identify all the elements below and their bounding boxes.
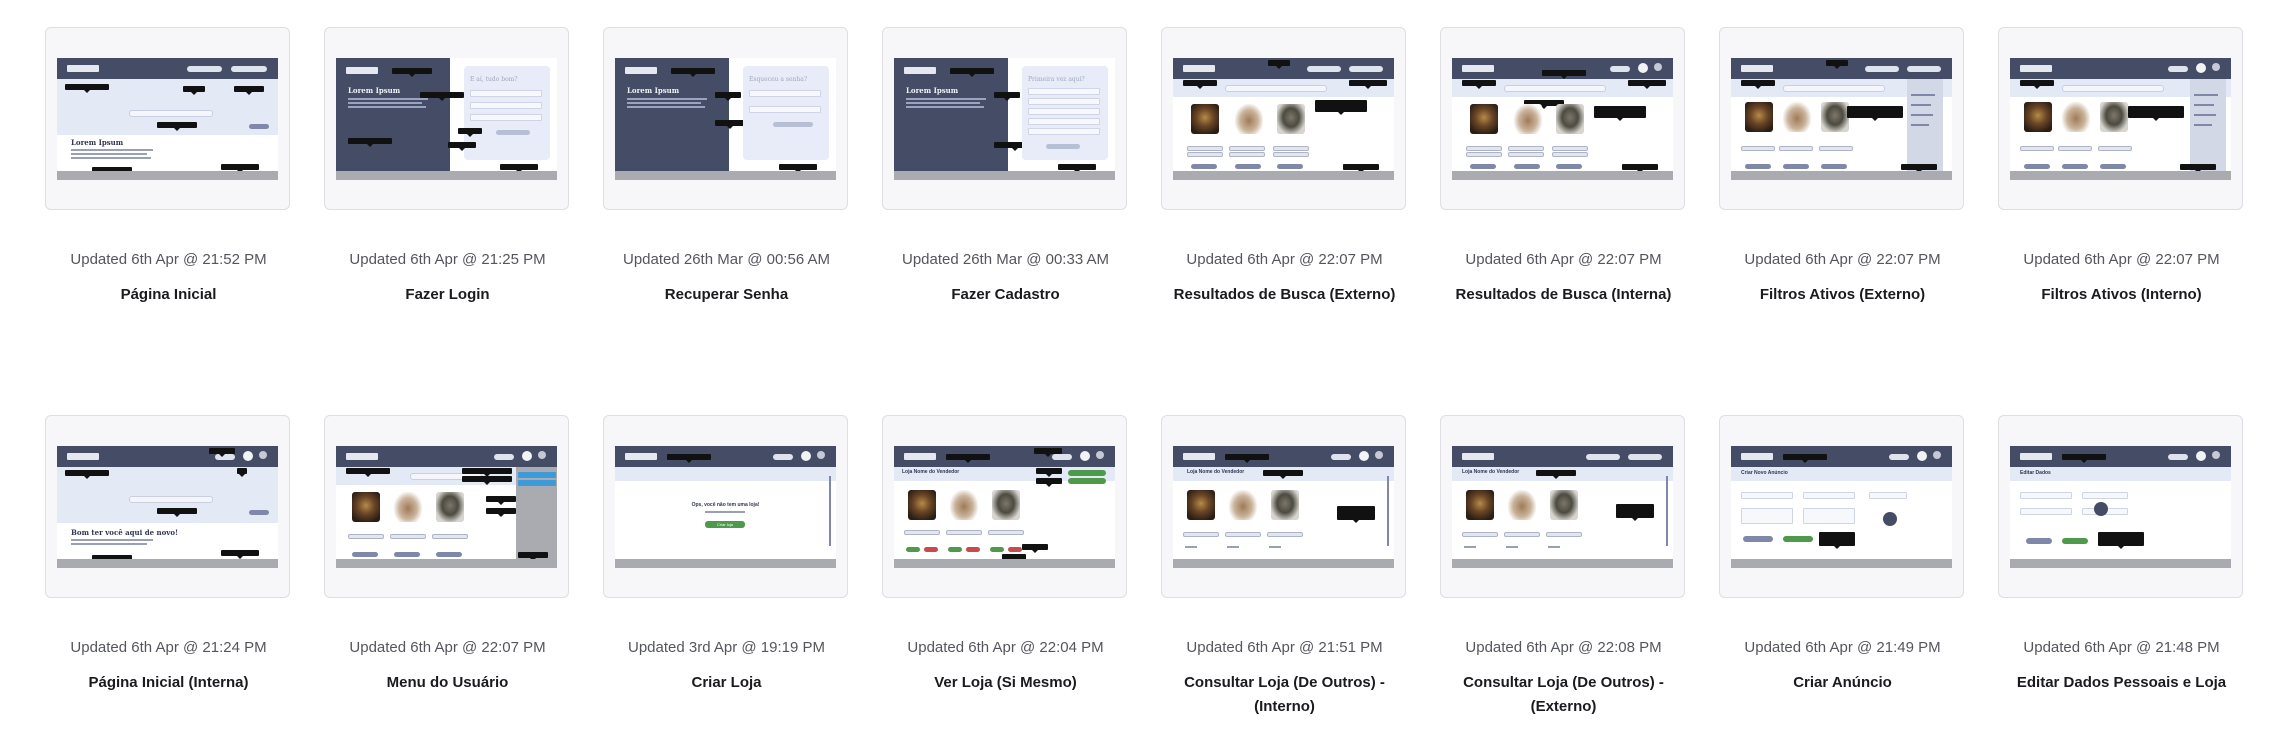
card-thumbnail[interactable]: Loja Nome do Vendedor: [882, 415, 1127, 598]
updated-timestamp: Updated 6th Apr @ 22:07 PM: [1186, 251, 1383, 268]
screen-preview: Bom ter você aqui de novo!: [57, 446, 278, 568]
screen-preview: Editar Dados: [2010, 446, 2231, 568]
screen-preview: Lorem Ipsum: [57, 58, 278, 180]
screen-preview: Loja Nome do Vendedor: [1452, 446, 1673, 568]
card-thumbnail[interactable]: Editar Dados: [1998, 415, 2243, 598]
updated-timestamp: Updated 26th Mar @ 00:56 AM: [622, 251, 830, 268]
card-title[interactable]: Resultados de Busca (Externo): [1161, 283, 1408, 307]
thumb-heading: Lorem Ipsum: [348, 86, 401, 95]
thumb-heading: Editar Dados: [2020, 470, 2051, 476]
updated-timestamp: Updated 6th Apr @ 22:07 PM: [349, 639, 546, 656]
thumb-heading: Bom ter você aqui de novo!: [71, 528, 179, 537]
card-title[interactable]: Recuperar Senha: [603, 283, 850, 307]
card-title[interactable]: Consultar Loja (De Outros) - (Externo): [1440, 671, 1687, 719]
thumb-form-heading: Primeira vez aqui?: [1028, 76, 1085, 83]
card-thumbnail[interactable]: Lorem Ipsum Primeira vez aqui?: [882, 27, 1127, 210]
card-title[interactable]: Criar Loja: [603, 671, 850, 695]
card-title[interactable]: Criar Anúncio: [1719, 671, 1966, 695]
screen-preview: Loja Nome do Vendedor: [894, 446, 1115, 568]
screen-preview: Lorem Ipsum Esqueceu a senha?: [615, 58, 836, 180]
card-thumbnail[interactable]: Bom ter você aqui de novo!: [45, 415, 290, 598]
thumb-form-heading: E aí, tudo bom?: [470, 76, 518, 83]
updated-timestamp: Updated 3rd Apr @ 19:19 PM: [627, 639, 825, 656]
prototype-grid: Lorem Ipsum Updated 6th Apr @ 21:52 PM P…: [0, 0, 2284, 734]
card-title[interactable]: Fazer Cadastro: [882, 283, 1129, 307]
thumb-heading: Loja Nome do Vendedor: [1462, 469, 1520, 475]
card-title[interactable]: Filtros Ativos (Externo): [1719, 283, 1966, 307]
updated-timestamp: Updated 6th Apr @ 22:04 PM: [907, 639, 1104, 656]
card-thumbnail[interactable]: Lorem Ipsum Esqueceu a senha?: [603, 27, 848, 210]
card-title[interactable]: Fazer Login: [324, 283, 571, 307]
updated-timestamp: Updated 26th Mar @ 00:33 AM: [901, 251, 1109, 268]
card-title[interactable]: Página Inicial (Interna): [45, 671, 292, 695]
card-thumbnail[interactable]: Criar Novo Anúncio: [1719, 415, 1964, 598]
card-title[interactable]: Resultados de Busca (Interna): [1440, 283, 1687, 307]
updated-timestamp: Updated 6th Apr @ 21:51 PM: [1186, 639, 1383, 656]
thumb-heading: Lorem Ipsum: [906, 86, 959, 95]
screen-preview: Ops, você não tem uma loja! Criar loja: [615, 446, 836, 568]
card-thumbnail[interactable]: Lorem Ipsum E aí, tudo bom?: [324, 27, 569, 210]
screen-preview: Lorem Ipsum E aí, tudo bom?: [336, 58, 557, 180]
updated-timestamp: Updated 6th Apr @ 21:24 PM: [70, 639, 267, 656]
card-title[interactable]: Consultar Loja (De Outros) - (Interno): [1161, 671, 1408, 719]
updated-timestamp: Updated 6th Apr @ 22:07 PM: [1465, 251, 1662, 268]
screen-preview: Loja Nome do Vendedor: [1173, 446, 1394, 568]
card-thumbnail[interactable]: [1161, 27, 1406, 210]
updated-timestamp: Updated 6th Apr @ 22:07 PM: [2023, 251, 2220, 268]
updated-timestamp: Updated 6th Apr @ 21:52 PM: [70, 251, 267, 268]
card-title[interactable]: Menu do Usuário: [324, 671, 571, 695]
card-thumbnail[interactable]: [324, 415, 569, 598]
updated-timestamp: Updated 6th Apr @ 21:49 PM: [1744, 639, 1941, 656]
thumb-create-store-button: Criar loja: [705, 521, 745, 528]
screen-preview: Criar Novo Anúncio: [1731, 446, 1952, 568]
card-thumbnail[interactable]: [1719, 27, 1964, 210]
updated-timestamp: Updated 6th Apr @ 21:48 PM: [2023, 639, 2220, 656]
thumb-heading: Loja Nome do Vendedor: [1187, 469, 1245, 475]
card-thumbnail[interactable]: Loja Nome do Vendedor: [1161, 415, 1406, 598]
screen-preview: [336, 446, 557, 568]
screen-preview: Lorem Ipsum Primeira vez aqui?: [894, 58, 1115, 180]
screen-preview: [1731, 58, 1952, 180]
thumb-heading: Criar Novo Anúncio: [1741, 470, 1788, 476]
card-thumbnail[interactable]: Lorem Ipsum: [45, 27, 290, 210]
card-thumbnail[interactable]: Loja Nome do Vendedor: [1440, 415, 1685, 598]
thumb-heading: Lorem Ipsum: [627, 86, 680, 95]
card-thumbnail[interactable]: Ops, você não tem uma loja! Criar loja: [603, 415, 848, 598]
thumb-heading: Lorem Ipsum: [71, 138, 124, 147]
thumb-form-heading: Esqueceu a senha?: [749, 76, 808, 83]
card-title[interactable]: Filtros Ativos (Interno): [1998, 283, 2245, 307]
updated-timestamp: Updated 6th Apr @ 22:07 PM: [1744, 251, 1941, 268]
card-thumbnail[interactable]: [1440, 27, 1685, 210]
updated-timestamp: Updated 6th Apr @ 21:25 PM: [349, 251, 546, 268]
thumb-button-label: Criar loja: [716, 522, 733, 527]
screen-preview: [2010, 58, 2231, 180]
card-title[interactable]: Editar Dados Pessoais e Loja: [1998, 671, 2245, 695]
card-title[interactable]: Ver Loja (Si Mesmo): [882, 671, 1129, 695]
card-thumbnail[interactable]: [1998, 27, 2243, 210]
screen-preview: [1452, 58, 1673, 180]
thumb-message: Ops, você não tem uma loja!: [691, 502, 760, 508]
updated-timestamp: Updated 6th Apr @ 22:08 PM: [1465, 639, 1662, 656]
thumb-heading: Loja Nome do Vendedor: [902, 469, 960, 475]
screen-preview: [1173, 58, 1394, 180]
card-title[interactable]: Página Inicial: [45, 283, 292, 307]
